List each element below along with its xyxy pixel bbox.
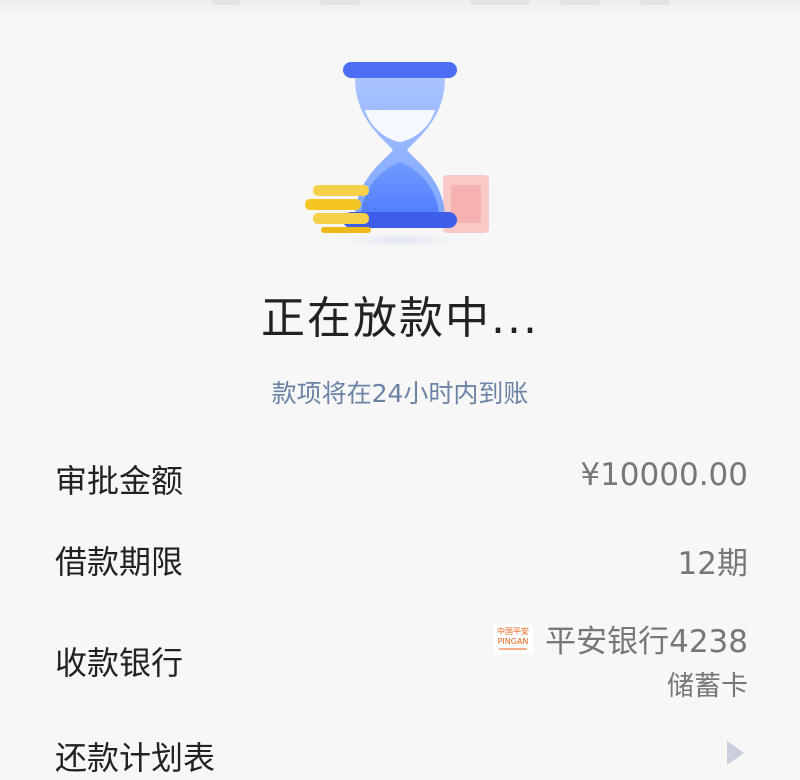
ping-an-logo-icon: 中国平安 PINGAN (493, 623, 534, 654)
loan-term-value: 12期 (677, 546, 748, 582)
loan-term-label: 借款期限 (55, 543, 184, 581)
repayment-schedule-link[interactable]: 还款计划表 (55, 733, 215, 779)
hourglass-illustration (295, 50, 505, 250)
status-subtitle: 款项将在24小时内到账 (271, 379, 529, 408)
status-title: 正在放款中... (261, 293, 539, 344)
chevron-right-icon[interactable] (727, 741, 744, 765)
hourglass-icon (305, 62, 489, 250)
approved-amount-value: ¥10000.00 (580, 457, 748, 493)
approved-amount-label: 审批金额 (55, 462, 184, 500)
receiving-bank-value: 中国平安 PINGAN 平安银行4238 (493, 616, 748, 661)
bank-name: 平安银行4238 (545, 624, 748, 660)
status-bar-area (0, 0, 800, 16)
logo-text: 中国平安 (497, 626, 529, 636)
card-type: 储蓄卡 (667, 671, 748, 702)
logo-subtext: PINGAN (498, 637, 529, 646)
receiving-bank-label: 收款银行 (55, 644, 184, 682)
